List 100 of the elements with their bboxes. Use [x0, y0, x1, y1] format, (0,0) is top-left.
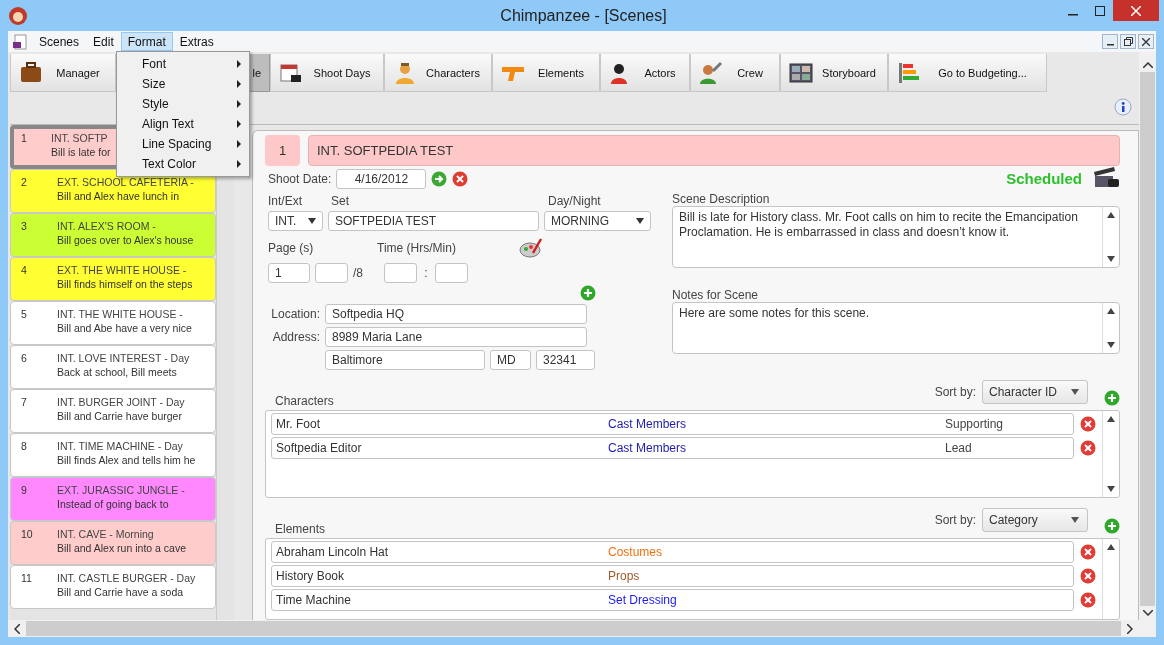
field-label: Page (s) [268, 241, 315, 255]
scene-card[interactable]: 3 INT. ALEX'S ROOM - Bill goes over to Alex's house [10, 213, 216, 257]
minimize-icon [1067, 13, 1078, 16]
category-text: Cast Members [608, 417, 688, 431]
date-field[interactable]: 4/16/2012 [336, 169, 427, 189]
sort-label: Sort by: [934, 513, 976, 527]
scroll-up-icon[interactable] [1107, 212, 1115, 218]
scroll-down-icon[interactable] [1107, 342, 1115, 348]
scroll-up-icon[interactable] [1142, 62, 1153, 68]
delete-icon[interactable] [1080, 568, 1096, 584]
scene-number: 1 [265, 135, 300, 166]
delete-icon[interactable] [1080, 592, 1096, 608]
category-text: Props [608, 569, 641, 583]
toolbar-tab[interactable]: Storyboard [780, 54, 888, 92]
submenu-arrow-icon [237, 60, 241, 68]
day-night-dropdown[interactable]: MORNING [544, 211, 651, 231]
scene-card[interactable]: 5 INT. THE WHITE HOUSE - Bill and Abe have a very nice [10, 301, 216, 345]
info-icon[interactable] [1113, 98, 1133, 118]
paint-palette-icon[interactable] [519, 236, 543, 260]
toolbar-tab[interactable]: Manager [10, 54, 116, 92]
section-label: Elements [275, 522, 326, 536]
scroll-right-icon[interactable] [1127, 623, 1133, 634]
toolbar-tab[interactable]: Characters [384, 54, 492, 92]
scene-card[interactable]: 4 EXT. THE WHITE HOUSE - Bill finds himself on the steps [10, 257, 216, 301]
add-icon[interactable] [1104, 518, 1120, 534]
menu-item[interactable]: Extras [172, 32, 221, 51]
sort-dropdown[interactable]: Category [982, 508, 1088, 532]
toolbar-tab[interactable]: Shoot Days [270, 54, 384, 92]
list-row[interactable]: Time Machine Set Dressing [271, 589, 1074, 611]
close-button[interactable] [1138, 34, 1154, 49]
list-row[interactable]: History Book Props [271, 565, 1074, 587]
field-label: Notes for Scene [672, 288, 760, 302]
list-row[interactable]: Abraham Lincoln Hat Costumes [271, 541, 1074, 563]
scrollbar-thumb[interactable] [1140, 72, 1155, 606]
add-icon[interactable] [1104, 390, 1120, 406]
scene-card[interactable]: 11 INT. CASTLE BURGER - Day Bill and Carrie have a soda [10, 565, 216, 609]
restore-button[interactable] [1120, 34, 1136, 49]
scene-number: 3 [21, 220, 28, 234]
status-label: Scheduled [1006, 169, 1082, 187]
scene-number: 10 [21, 528, 34, 542]
submenu-arrow-icon [237, 140, 241, 148]
int-ext-dropdown[interactable]: INT. [268, 211, 323, 231]
menu-item[interactable]: Style [117, 94, 249, 114]
scene-card[interactable]: 7 INT. BURGER JOINT - Day Bill and Carrie have burger [10, 389, 216, 433]
list-row[interactable]: Mr. Foot Cast Members Supporting [271, 413, 1074, 435]
scroll-up-icon[interactable] [1107, 544, 1115, 550]
scene-description-field[interactable]: Bill is late for History class. Mr. Foot calls on him to recite the Emancipation Proclamation. He is embarrassed in class and doesn’t know it. [672, 206, 1120, 268]
scroll-down-icon[interactable] [1107, 486, 1115, 492]
minimize-button[interactable] [1102, 34, 1118, 49]
scene-card[interactable]: 9 EXT. JURASSIC JUNGLE - Instead of going back to [10, 477, 216, 521]
set-field[interactable]: SOFTPEDIA TEST [328, 211, 539, 231]
scene-heading: INT. TIME MACHINE - Day [57, 440, 184, 452]
delete-icon[interactable] [1080, 544, 1096, 560]
scroll-left-icon[interactable] [14, 623, 20, 634]
clapperboard-icon[interactable] [1092, 166, 1120, 190]
toolbar-tab[interactable]: Elements [492, 54, 600, 92]
section-label: Characters [275, 394, 334, 408]
delete-icon[interactable] [1080, 440, 1096, 456]
scroll-up-icon[interactable] [1107, 416, 1115, 422]
category-text: Cast Members [608, 441, 688, 455]
menu-item[interactable]: Font [117, 54, 249, 74]
scene-card[interactable]: 6 INT. LOVE INTEREST - Day Back at school, Bill meets [10, 345, 216, 389]
name-text: History Book [276, 569, 346, 583]
delete-icon[interactable] [1080, 416, 1096, 432]
scroll-down-icon[interactable] [1107, 256, 1115, 262]
scene-card[interactable]: 2 EXT. SCHOOL CAFETERIA - Bill and Alex have lunch in [10, 169, 216, 213]
scene-number: 6 [21, 352, 28, 366]
menu-item[interactable]: Edit [86, 32, 121, 51]
scene-card[interactable]: 10 INT. CAVE - Morning Bill and Alex run into a cave [10, 521, 216, 565]
zip-field[interactable]: 32341 [536, 350, 595, 370]
scroll-up-icon[interactable] [1107, 308, 1115, 314]
toolbar-tab[interactable]: Go to Budgeting... [888, 54, 1047, 92]
hours-field[interactable] [384, 263, 417, 283]
page-eighths-field[interactable] [315, 263, 348, 283]
toolbar-tab[interactable]: Actors [600, 54, 690, 92]
page-field[interactable]: 1 [268, 263, 310, 283]
scene-summary: Bill finds Alex and tells him he [57, 454, 196, 466]
add-icon[interactable] [580, 285, 596, 301]
field-label: Int/Ext [268, 194, 303, 208]
state-field[interactable]: MD [490, 350, 531, 370]
name-text: Time Machine [276, 593, 352, 607]
scene-summary: Bill and Alex run into a cave [57, 542, 186, 554]
sort-dropdown[interactable]: Character ID [982, 380, 1088, 404]
delete-icon[interactable] [452, 171, 469, 187]
street-field[interactable]: 8989 Maria Lane [325, 327, 587, 347]
city-field[interactable]: Baltimore [325, 350, 485, 370]
time-separator: : [423, 266, 429, 280]
location-field[interactable]: Softpedia HQ [325, 304, 587, 324]
scene-number: 4 [21, 264, 28, 278]
menu-item[interactable]: Format [120, 32, 173, 51]
scroll-down-icon[interactable] [1142, 610, 1153, 616]
menu-item[interactable]: Scenes [32, 32, 87, 51]
role-text: Lead [945, 441, 972, 455]
menu-item[interactable]: Size [117, 74, 249, 94]
minutes-field[interactable] [435, 263, 468, 283]
scene-card[interactable]: 8 INT. TIME MACHINE - Day Bill finds Alex and tells him he [10, 433, 216, 477]
list-row[interactable]: Softpedia Editor Cast Members Lead [271, 437, 1074, 459]
notes-field[interactable]: Here are some notes for this scene. [672, 302, 1120, 354]
toolbar-tab[interactable]: Crew [690, 54, 780, 92]
close-icon [1142, 37, 1150, 46]
